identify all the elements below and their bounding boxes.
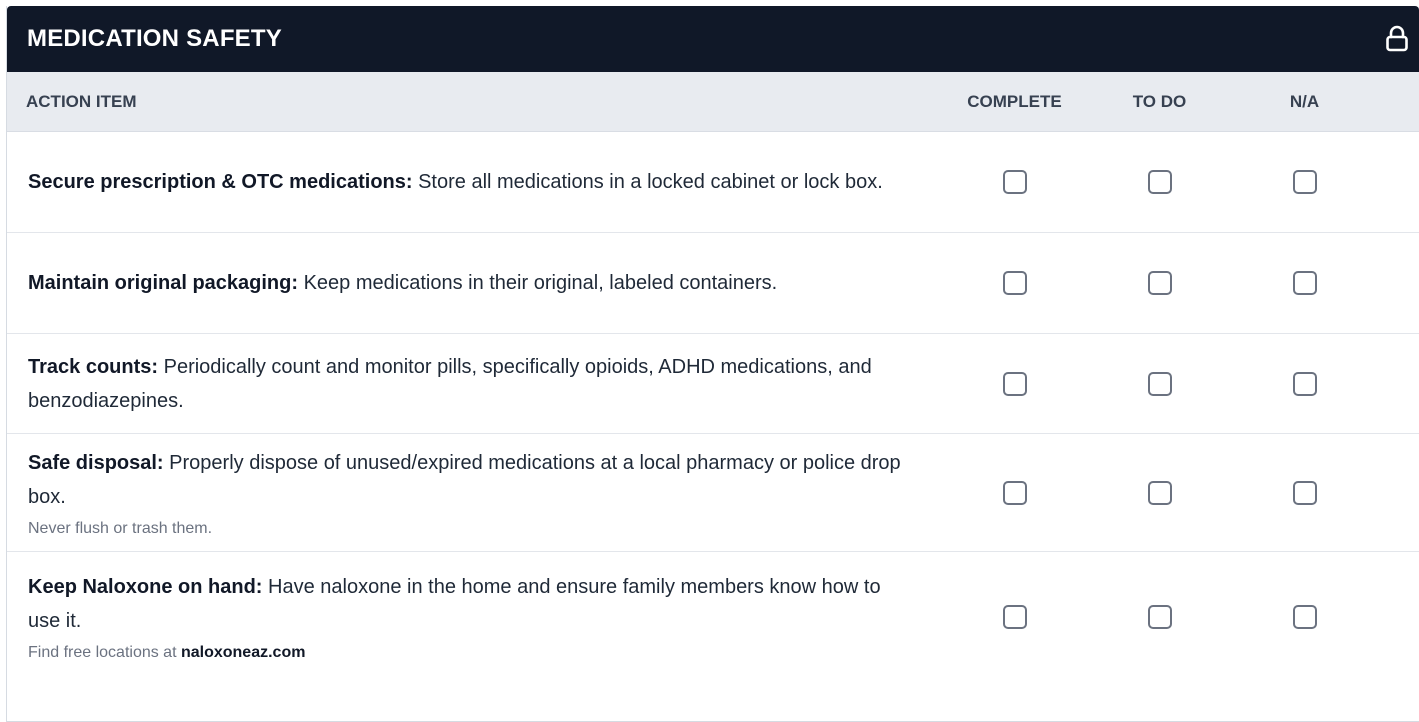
- column-header-na: N/A: [1289, 91, 1320, 111]
- na-checkbox[interactable]: [1292, 271, 1317, 295]
- item-text: Track counts: Periodically count and mon…: [28, 350, 902, 418]
- item-description: Keep medications in their original, labe…: [298, 272, 778, 294]
- checklist-row-track-counts: Track counts: Periodically count and mon…: [7, 334, 1419, 434]
- checklist-row-secure-medications: Secure prescription & OTC medications: S…: [7, 132, 1419, 233]
- complete-checkbox[interactable]: [1002, 371, 1027, 396]
- na-checkbox[interactable]: [1292, 170, 1317, 194]
- to-do-checkbox[interactable]: [1147, 170, 1172, 194]
- column-header-row: ACTION ITEM COMPLETE TO DO N/A: [7, 72, 1419, 132]
- column-header-action-item: ACTION ITEM: [26, 91, 137, 111]
- to-do-checkbox[interactable]: [1147, 480, 1172, 505]
- item-title: Keep Naloxone on hand:: [28, 576, 263, 598]
- card-header: MEDICATION SAFETY: [7, 6, 1419, 72]
- to-do-checkbox[interactable]: [1147, 271, 1172, 295]
- item-note: Never flush or trash them.: [28, 519, 213, 537]
- item-text: Safe disposal: Properly dispose of unuse…: [28, 446, 902, 514]
- item-title: Safe disposal:: [28, 451, 164, 474]
- checklist-row-safe-disposal: Safe disposal: Properly dispose of unuse…: [7, 434, 1419, 552]
- item-text: Maintain original packaging: Keep medica…: [28, 266, 902, 300]
- checklist-row-naloxone: Keep Naloxone on hand: Have naloxone in …: [7, 552, 1419, 682]
- to-do-checkbox[interactable]: [1147, 605, 1172, 629]
- complete-checkbox[interactable]: [1002, 480, 1027, 505]
- item-title: Track counts:: [28, 355, 159, 378]
- item-title: Maintain original packaging:: [28, 272, 299, 294]
- item-text: Keep Naloxone on hand: Have naloxone in …: [28, 570, 902, 638]
- item-title: Secure prescription & OTC medications:: [28, 171, 413, 193]
- item-note: Find free locations at naloxoneaz.com: [28, 642, 902, 664]
- to-do-checkbox[interactable]: [1147, 371, 1172, 396]
- lock-icon[interactable]: [1384, 24, 1410, 54]
- column-header-complete: COMPLETE: [967, 91, 1062, 111]
- checklist-row-original-packaging: Maintain original packaging: Keep medica…: [7, 233, 1419, 334]
- na-checkbox[interactable]: [1292, 480, 1317, 505]
- na-checkbox[interactable]: [1292, 605, 1317, 629]
- complete-checkbox[interactable]: [1002, 170, 1027, 194]
- na-checkbox[interactable]: [1292, 371, 1317, 396]
- item-description: Store all medications in a locked cabine…: [412, 171, 883, 193]
- column-header-to-do: TO DO: [1132, 91, 1187, 111]
- naloxone-link[interactable]: naloxoneaz.com: [181, 644, 305, 661]
- complete-checkbox[interactable]: [1002, 605, 1027, 629]
- card-title: MEDICATION SAFETY: [27, 25, 282, 52]
- item-note-text: Find free locations at: [28, 644, 181, 661]
- item-text: Secure prescription & OTC medications: S…: [28, 165, 902, 199]
- medication-safety-card: MEDICATION SAFETY ACTION ITEM COMPLETE T…: [6, 6, 1419, 722]
- complete-checkbox[interactable]: [1002, 271, 1027, 295]
